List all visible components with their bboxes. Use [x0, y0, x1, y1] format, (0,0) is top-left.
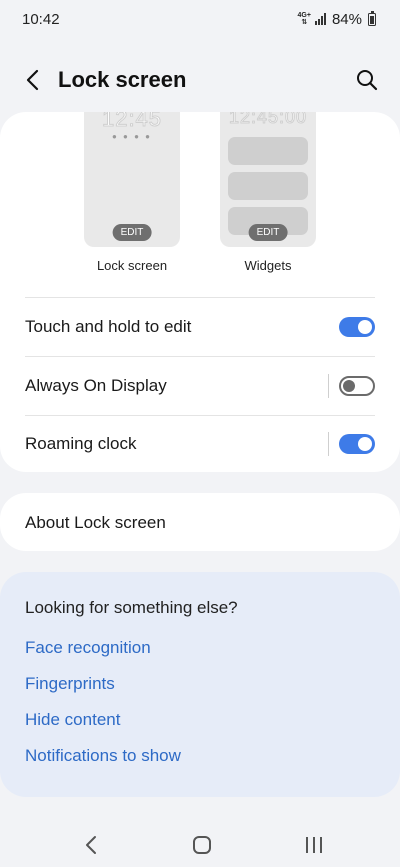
- widgets-preview-clock: 12:45:00: [228, 112, 308, 128]
- nav-back-button[interactable]: [80, 834, 104, 856]
- status-bar: 10:42 4G+ ⇅ 84%: [0, 0, 400, 38]
- widgets-preview[interactable]: 12:45:00 EDIT: [220, 112, 316, 247]
- notification-dots: ● ● ● ●: [112, 132, 152, 141]
- face-recognition-link[interactable]: Face recognition: [25, 638, 151, 658]
- nav-recents-icon: [306, 837, 322, 853]
- touch-hold-label: Touch and hold to edit: [25, 317, 192, 336]
- nav-recents-button[interactable]: [302, 834, 326, 856]
- fingerprints-link[interactable]: Fingerprints: [25, 674, 115, 694]
- lock-screen-preview[interactable]: 12:45 ● ● ● ● EDIT: [84, 112, 180, 247]
- about-lock-screen-item[interactable]: About Lock screen: [0, 493, 400, 551]
- notifications-to-show-link[interactable]: Notifications to show: [25, 746, 181, 766]
- widget-placeholder: [228, 137, 308, 165]
- nav-home-icon: [193, 836, 211, 854]
- always-on-display-toggle[interactable]: [339, 376, 375, 396]
- signal-icon: [314, 13, 326, 25]
- lock-screen-preview-label: Lock screen: [96, 258, 168, 273]
- network-type: 4G+: [297, 12, 311, 19]
- preview-clock: 12:45: [101, 112, 163, 132]
- suggestions-title: Looking for something else?: [25, 598, 238, 617]
- touch-hold-row[interactable]: Touch and hold to edit: [25, 298, 375, 356]
- back-arrow-icon: [26, 69, 39, 91]
- touch-hold-toggle[interactable]: [339, 317, 375, 337]
- widgets-edit-button[interactable]: EDIT: [248, 224, 288, 241]
- battery-percent: 84%: [331, 10, 362, 28]
- hide-content-link[interactable]: Hide content: [25, 710, 120, 730]
- app-header: Lock screen: [0, 55, 400, 105]
- roaming-clock-row[interactable]: Roaming clock: [25, 415, 375, 472]
- back-button[interactable]: [20, 67, 46, 93]
- row-separator: [328, 374, 329, 398]
- suggestions-card: Looking for something else? Face recogni…: [0, 572, 400, 797]
- nav-back-icon: [86, 836, 96, 854]
- lock-screen-edit-button[interactable]: EDIT: [112, 224, 152, 241]
- battery-icon: [368, 10, 376, 26]
- roaming-clock-label: Roaming clock: [25, 434, 137, 453]
- network-indicator: 4G+ ⇅: [298, 12, 311, 26]
- data-arrows-icon: ⇅: [301, 19, 308, 26]
- system-navigation-bar: [0, 822, 400, 867]
- status-icons: 4G+ ⇅ 84%: [298, 10, 376, 28]
- status-time: 10:42: [22, 10, 60, 28]
- always-on-display-row[interactable]: Always On Display: [25, 357, 375, 415]
- nav-home-button[interactable]: [190, 834, 214, 856]
- search-icon: [357, 70, 378, 91]
- always-on-display-label: Always On Display: [25, 376, 167, 395]
- roaming-clock-toggle[interactable]: [339, 434, 375, 454]
- about-lock-screen-label: About Lock screen: [25, 513, 166, 532]
- lock-screen-settings-card: 12:45 ● ● ● ● EDIT Lock screen 12:45:00 …: [0, 112, 400, 472]
- widgets-preview-label: Widgets: [244, 258, 292, 273]
- search-button[interactable]: [354, 67, 380, 93]
- row-separator: [328, 432, 329, 456]
- page-title: Lock screen: [58, 67, 187, 92]
- widget-placeholder: [228, 172, 308, 200]
